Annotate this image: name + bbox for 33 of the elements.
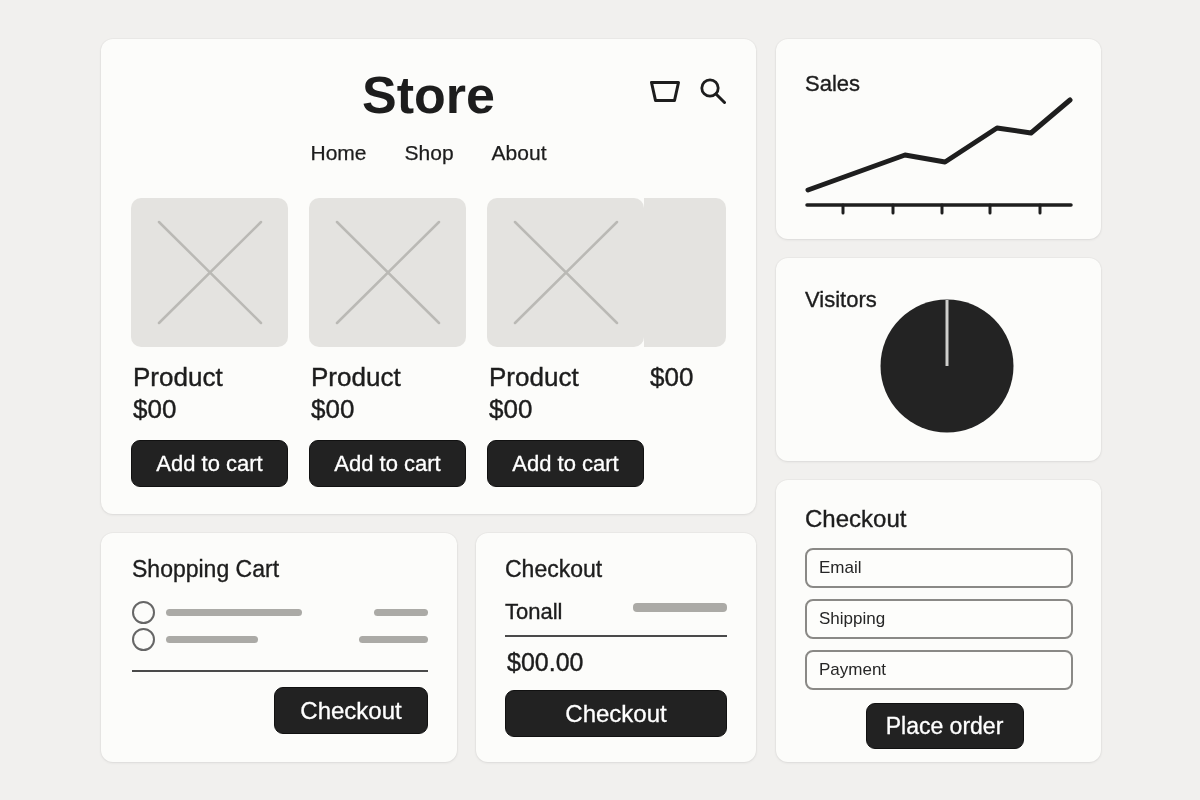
card-title: Visitors bbox=[805, 287, 877, 313]
place-order-button[interactable]: Place order bbox=[865, 703, 1024, 749]
product-name: Product bbox=[133, 361, 223, 393]
nav-link[interactable]: Shop bbox=[404, 140, 454, 166]
card-title: Shopping Cart bbox=[132, 555, 280, 583]
input-field[interactable]: Shipping bbox=[805, 599, 1073, 639]
radio-button[interactable] bbox=[132, 601, 155, 624]
total-amount: $00.00 bbox=[506, 647, 584, 677]
checkout-button[interactable]: Checkout bbox=[274, 687, 428, 734]
add-to-cart-button[interactable]: Add to cart bbox=[487, 440, 644, 487]
text-placeholder-bar bbox=[374, 609, 428, 616]
store-title: Store bbox=[362, 65, 495, 125]
basket-icon[interactable] bbox=[650, 80, 680, 102]
input-field[interactable]: Payment bbox=[805, 650, 1073, 690]
text-placeholder-bar bbox=[359, 636, 428, 643]
card-title: Sales bbox=[805, 71, 861, 97]
add-to-cart-button[interactable]: Add to cart bbox=[131, 440, 288, 487]
total-label: Tonall bbox=[505, 598, 563, 626]
radio-button[interactable] bbox=[132, 628, 155, 651]
search-icon[interactable] bbox=[700, 78, 726, 104]
product-price: $00 bbox=[489, 393, 533, 425]
checkout-button[interactable]: Checkout bbox=[505, 690, 727, 737]
card-title: Checkout bbox=[805, 505, 907, 533]
product-price: $00 bbox=[650, 361, 694, 393]
input-field[interactable]: Email bbox=[805, 548, 1073, 588]
add-to-cart-button[interactable]: Add to cart bbox=[309, 440, 466, 487]
product-name: Product bbox=[311, 361, 401, 393]
card-title: Checkout bbox=[505, 555, 603, 583]
nav-link[interactable]: Home bbox=[310, 140, 367, 166]
product-name: Product bbox=[489, 361, 579, 393]
product-price: $00 bbox=[133, 393, 177, 425]
nav-link[interactable]: About bbox=[491, 140, 547, 166]
product-price: $00 bbox=[311, 393, 355, 425]
